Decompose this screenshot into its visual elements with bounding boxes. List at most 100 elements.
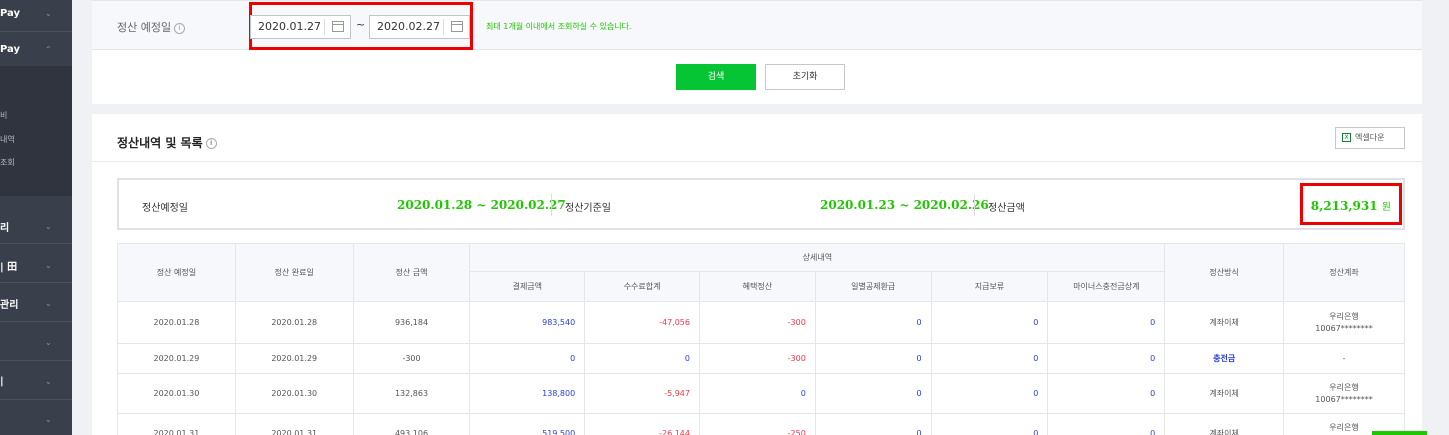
sidebar-item-8[interactable]: ⌄	[0, 412, 72, 426]
cell-refund: 0	[814, 301, 932, 344]
summary-value-basis: 2020.01.23 ~ 2020.02.26	[820, 198, 989, 212]
excel-icon: X	[1342, 133, 1351, 142]
chevron-up-icon: ⌃	[45, 44, 52, 54]
start-date-input[interactable]: 2020.01.27	[250, 15, 351, 39]
sidebar-item-3[interactable]: 리 ⌄	[0, 219, 72, 234]
account-number: 10067********	[1315, 323, 1373, 333]
chevron-down-icon: ⌄	[45, 376, 52, 386]
sidebar-divider	[0, 243, 72, 244]
sidebar-item-label: 리	[0, 222, 10, 234]
chevron-down-icon: ⌄	[45, 337, 52, 347]
cell-amount: 493,106	[352, 413, 471, 435]
currency-unit: 원	[1381, 202, 1391, 213]
cell-payment[interactable]: 983,540	[469, 301, 586, 344]
date-range-separator: ~	[356, 18, 366, 31]
end-date-input[interactable]: 2020.02.27	[369, 15, 470, 39]
cell-payment[interactable]: 138,800	[469, 373, 586, 414]
info-icon[interactable]: i	[174, 22, 186, 34]
cell-amount: -300	[352, 343, 471, 374]
calendar-icon[interactable]	[451, 21, 463, 32]
info-icon[interactable]: i	[205, 138, 217, 149]
table-row: 2020.01.29 2020.01.29 -300 0 0 -300 0 0 …	[117, 343, 1405, 374]
chevron-down-icon: ⌄	[45, 260, 52, 270]
sidebar-item-label: | 田	[0, 261, 18, 273]
filter-label-text: 정산 예정일	[117, 21, 172, 34]
header-scheduled-date: 정산 예정일	[117, 243, 236, 302]
sidebar-subitem-2[interactable]: 내역	[0, 134, 15, 145]
sidebar-divider	[0, 282, 72, 283]
cell-benefit: -300	[698, 301, 816, 344]
header-account: 정산계좌	[1283, 243, 1405, 302]
input-separator	[443, 19, 444, 35]
cell-payment[interactable]: 519,500	[469, 413, 586, 435]
header-benefit: 혜택정산	[698, 271, 816, 302]
cell-refund: 0	[814, 373, 932, 414]
cell-minus: 0	[1047, 301, 1166, 344]
reset-button[interactable]: 초기화	[765, 64, 845, 90]
cell-hold: 0	[930, 301, 1049, 344]
cell-scheduled: 2020.01.31	[117, 413, 236, 435]
cell-fee: 0	[584, 343, 700, 374]
table-row: 2020.01.28 2020.01.28 936,184 983,540 -4…	[117, 301, 1405, 344]
sidebar-subitem-3[interactable]: 조회	[0, 157, 15, 168]
summary-label-amount: 정산금액	[988, 203, 1025, 214]
sidebar-submenu-area	[0, 66, 72, 196]
header-method: 정산방식	[1164, 243, 1285, 302]
search-button[interactable]: 검색	[676, 64, 756, 90]
summary-divider	[551, 194, 552, 216]
cell-benefit: 0	[698, 373, 816, 414]
header-payment: 결제금액	[469, 271, 586, 302]
floating-button[interactable]	[1372, 431, 1427, 435]
sidebar-item-4[interactable]: | 田 ⌄	[0, 258, 72, 273]
cell-minus: 0	[1047, 343, 1166, 374]
sidebar-item-pay-1[interactable]: Pay ⌄	[0, 6, 72, 20]
cell-completed: 2020.01.29	[234, 343, 354, 374]
settlement-summary: 정산예정일 2020.01.28 ~ 2020.02.27 정산기준일 2020…	[117, 178, 1405, 230]
cell-method: 계좌이체	[1164, 301, 1285, 344]
cell-minus: 0	[1047, 413, 1166, 435]
cell-refund: 0	[814, 343, 932, 374]
sidebar-item-5[interactable]: 관리 ⌄	[0, 296, 72, 311]
cell-account: 우리은행 10067********	[1283, 373, 1405, 414]
summary-value-scheduled: 2020.01.28 ~ 2020.02.27	[397, 198, 566, 212]
sidebar-item-label: Pay	[0, 7, 21, 19]
sidebar-item-6[interactable]: ⌄	[0, 335, 72, 349]
summary-amount-value: 8,213,931	[1310, 199, 1378, 213]
cell-method: 계좌이체	[1164, 373, 1285, 414]
header-hold: 지급보류	[930, 271, 1049, 302]
sidebar-item-pay-2[interactable]: Pay ⌃	[0, 42, 72, 56]
excel-button-label: 엑셀다운	[1355, 133, 1385, 142]
header-daily-refund: 일별공제환급	[814, 271, 932, 302]
table-row: 2020.01.30 2020.01.30 132,863 138,800 -5…	[117, 373, 1405, 414]
sidebar-item-label: 관리	[0, 299, 19, 311]
header-completed-date: 정산 완료일	[234, 243, 354, 302]
date-range-hint: 최대 1개월 이내에서 조회하실 수 있습니다.	[486, 22, 632, 31]
sidebar-item-label: Pay	[0, 43, 21, 55]
sidebar-item-label: |	[0, 375, 4, 387]
excel-download-button[interactable]: X 엑셀다운	[1335, 127, 1405, 149]
cell-fee: -26,144	[584, 413, 700, 435]
header-amount: 정산 금액	[352, 243, 471, 302]
cell-fee: -5,947	[584, 373, 700, 414]
cell-completed: 2020.01.31	[234, 413, 354, 435]
sidebar-item-7[interactable]: | ⌄	[0, 374, 72, 388]
cell-refund: 0	[814, 413, 932, 435]
cell-benefit: -250	[698, 413, 816, 435]
input-separator	[324, 19, 325, 35]
cell-scheduled: 2020.01.28	[117, 301, 236, 344]
highlight-box: 8,213,931 원	[1300, 183, 1402, 225]
summary-amount: 8,213,931 원	[1311, 198, 1391, 213]
chevron-down-icon: ⌄	[45, 298, 52, 308]
sidebar-divider	[0, 31, 72, 32]
calendar-icon[interactable]	[332, 21, 344, 32]
sidebar-subitem-1[interactable]: 비	[0, 110, 7, 121]
cell-method-link[interactable]: 충전금	[1164, 343, 1285, 374]
header-fee-total: 수수료합계	[584, 271, 700, 302]
cell-hold: 0	[930, 373, 1049, 414]
summary-label-scheduled: 정산예정일	[142, 203, 188, 214]
summary-divider	[974, 194, 975, 216]
end-date-value: 2020.02.27	[377, 20, 440, 33]
section-title: 정산내역 및 목록 i	[117, 134, 217, 151]
cell-payment[interactable]: 0	[469, 343, 586, 374]
chevron-down-icon: ⌄	[45, 414, 52, 424]
